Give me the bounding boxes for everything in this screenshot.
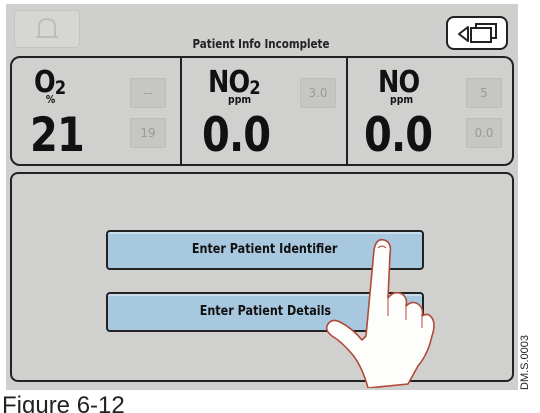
back-windows-icon bbox=[458, 23, 497, 43]
o2-unit: % bbox=[45, 93, 56, 106]
panel-divider bbox=[180, 58, 182, 164]
figure-caption: Figure 6-12 bbox=[2, 394, 125, 413]
status-title: Patient Info Incomplete bbox=[192, 37, 330, 51]
no2-high-limit[interactable]: 3.0 bbox=[300, 78, 336, 108]
no2-value: 0.0 bbox=[202, 108, 271, 163]
o2-high-limit[interactable]: -- bbox=[130, 78, 166, 108]
no2-unit: ppm bbox=[228, 93, 252, 106]
no-unit: ppm bbox=[390, 93, 414, 106]
gas-monitor-panel: O2 % 21 -- 19 NO2 ppm 0.0 3.0 NO ppm 0.0… bbox=[10, 56, 514, 166]
document-code: DM.S.0003 bbox=[519, 334, 531, 390]
o2-low-limit[interactable]: 19 bbox=[130, 118, 166, 148]
no-high-limit[interactable]: 5 bbox=[466, 78, 502, 108]
panel-divider bbox=[346, 58, 348, 164]
alarm-silence-button[interactable] bbox=[14, 10, 80, 48]
pointing-hand-icon bbox=[325, 238, 435, 388]
o2-value: 21 bbox=[30, 108, 85, 163]
back-button[interactable] bbox=[446, 16, 508, 50]
no-low-limit[interactable]: 0.0 bbox=[466, 118, 502, 148]
device-screen: Patient Info Incomplete O2 % 21 -- 19 NO… bbox=[6, 4, 518, 390]
bell-icon bbox=[36, 17, 58, 38]
no-value: 0.0 bbox=[364, 108, 433, 163]
